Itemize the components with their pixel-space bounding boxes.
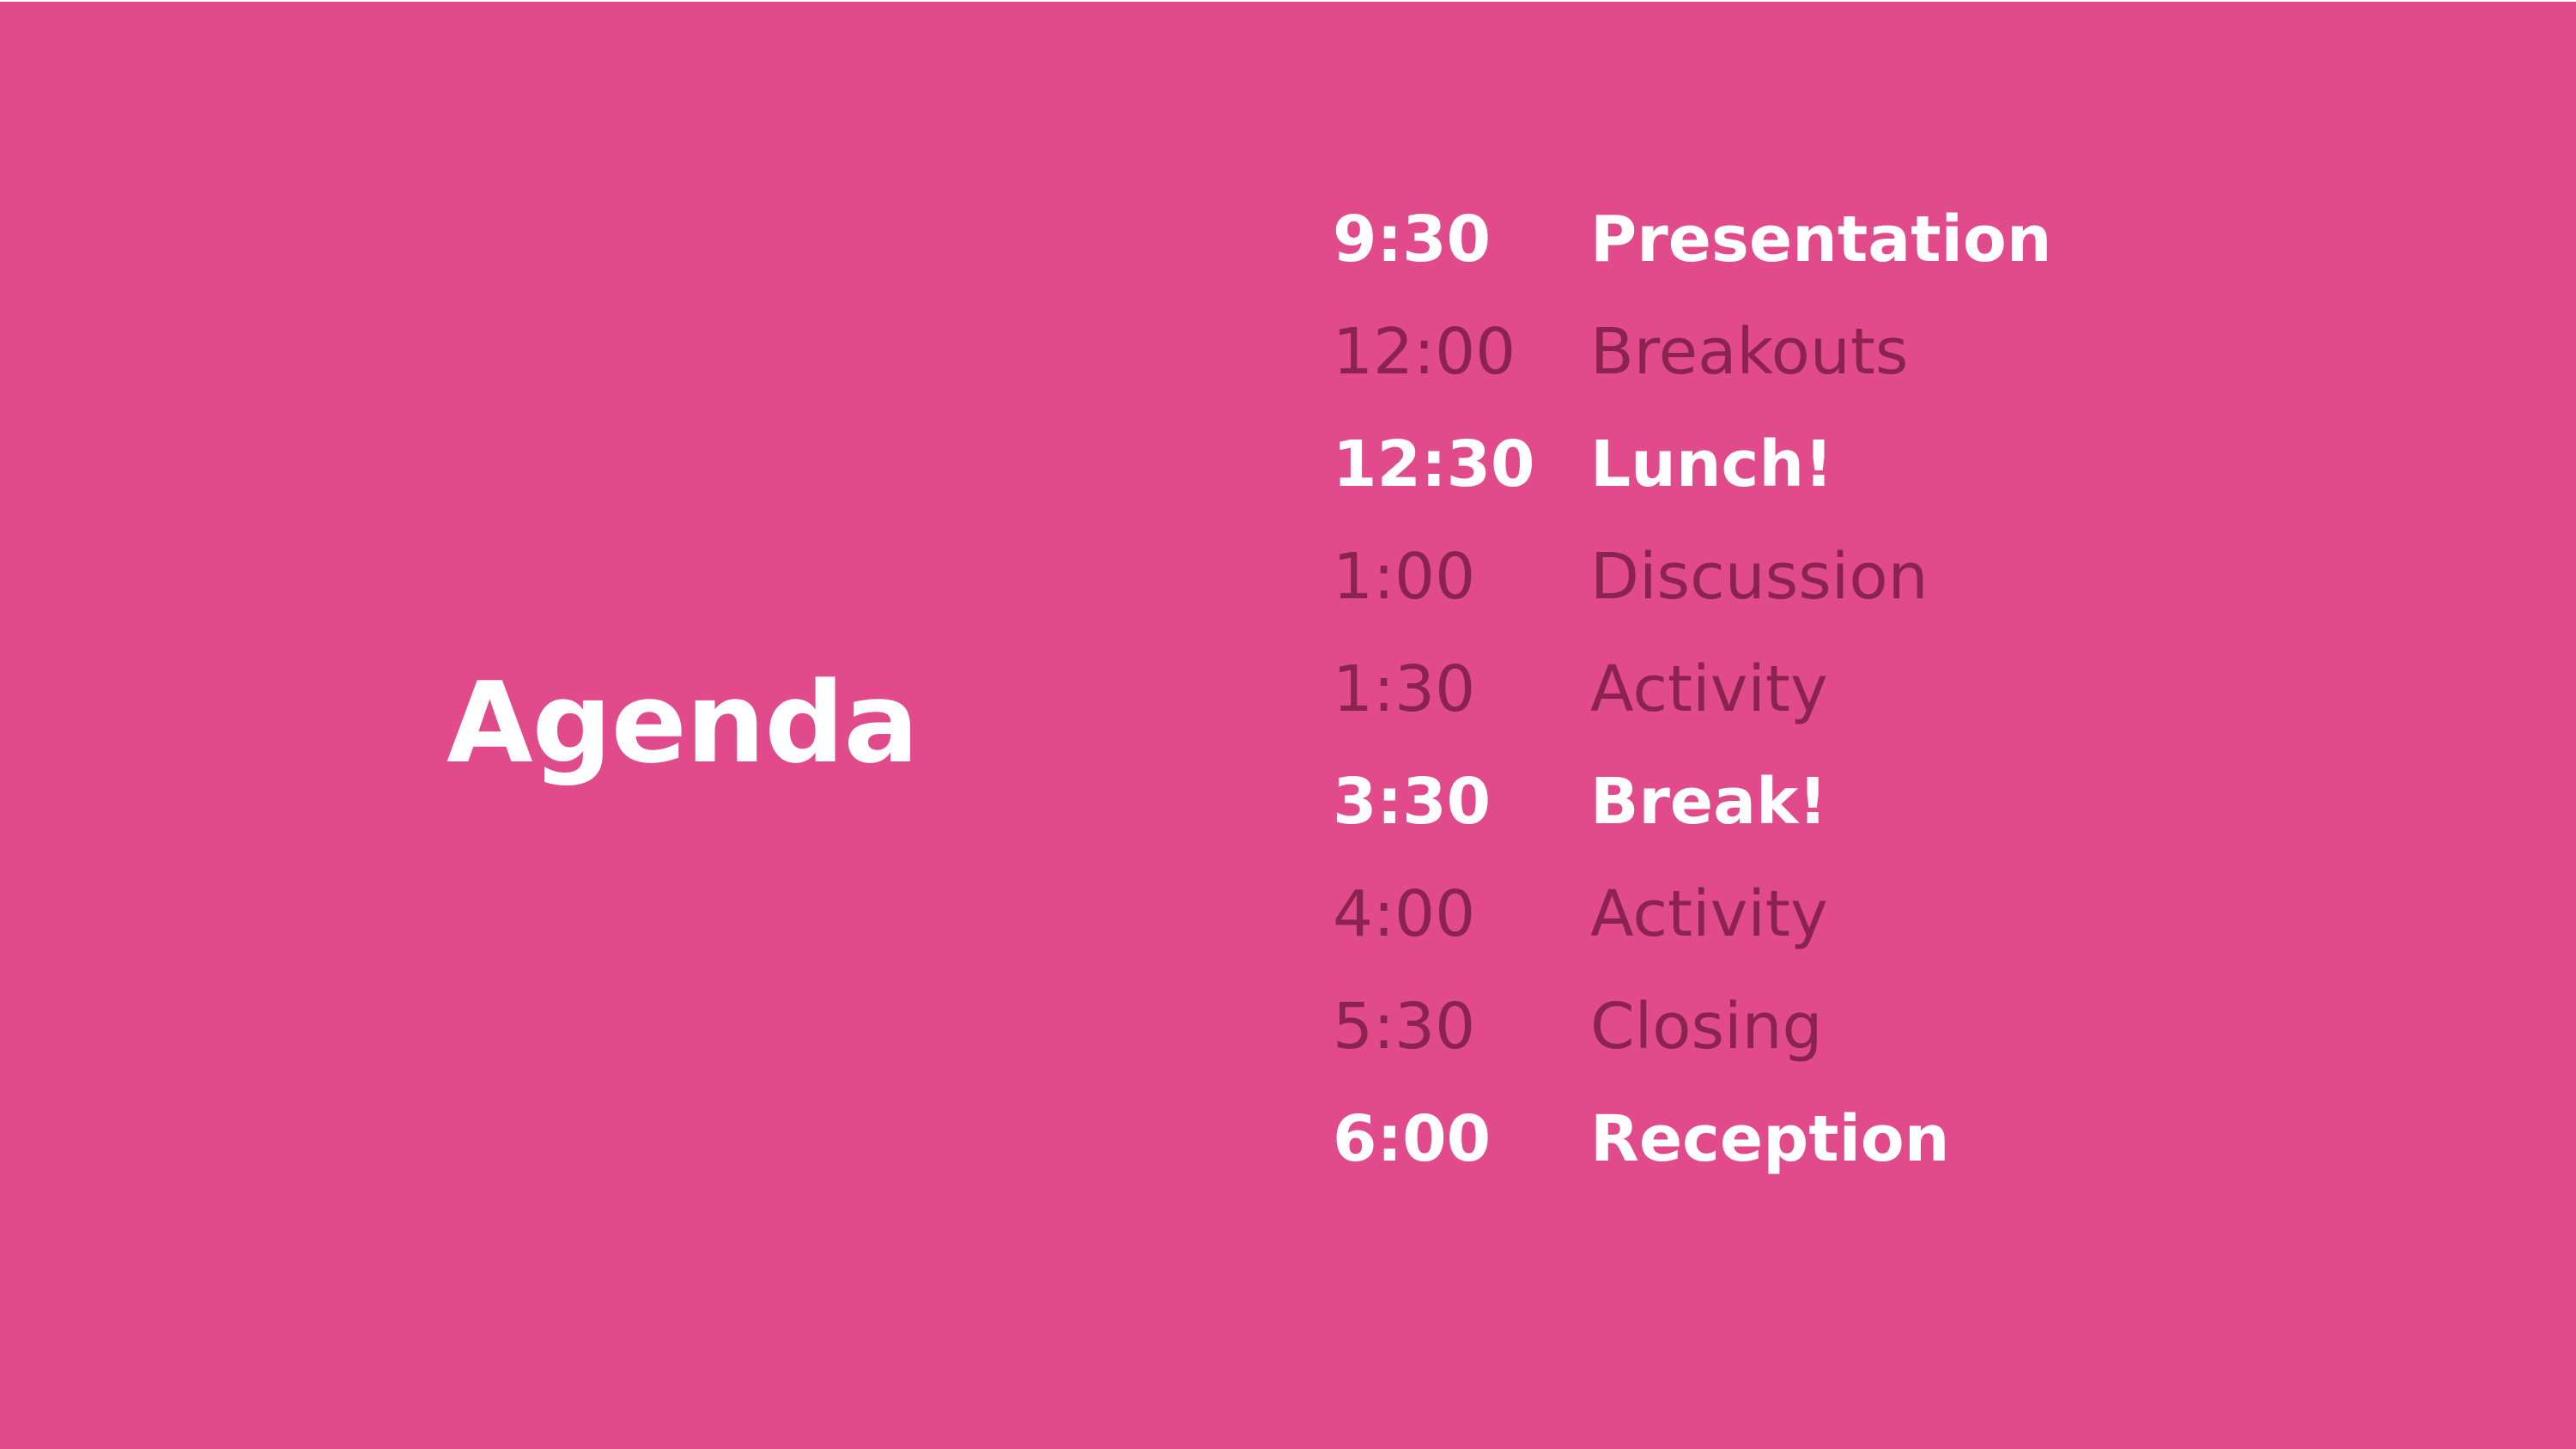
agenda-row-1: 9:30 Presentation	[1333, 183, 2051, 295]
agenda-activity: Reception	[1590, 1101, 1950, 1176]
agenda-activity: Activity	[1590, 876, 1828, 951]
agenda-row-9: 6:00 Reception	[1333, 1082, 2051, 1195]
agenda-time: 5:30	[1333, 989, 1476, 1064]
agenda-time: 1:30	[1333, 652, 1476, 726]
agenda-activity: Presentation	[1590, 202, 2052, 276]
agenda-row-6: 3:30 Break!	[1333, 745, 2051, 858]
agenda-activity: Lunch!	[1590, 427, 1833, 501]
agenda-activity: Closing	[1590, 989, 1823, 1064]
page-title: Agenda	[447, 658, 919, 788]
agenda-row-5: 1:30 Activity	[1333, 633, 2051, 745]
agenda-time: 3:30	[1333, 764, 1492, 839]
agenda-time: 9:30	[1333, 202, 1492, 276]
agenda-time: 6:00	[1333, 1101, 1492, 1176]
agenda-time: 12:30	[1333, 427, 1535, 501]
agenda-row-3: 12:30 Lunch!	[1333, 408, 2051, 520]
slide: Agenda 9:30 Presentation 12:00 Breakouts…	[0, 0, 2576, 1449]
agenda-activity: Activity	[1590, 652, 1828, 726]
agenda-row-4: 1:00 Discussion	[1333, 520, 2051, 633]
agenda-list: 9:30 Presentation 12:00 Breakouts 12:30 …	[1333, 183, 2051, 1195]
agenda-row-2: 12:00 Breakouts	[1333, 295, 2051, 408]
agenda-activity: Breakouts	[1590, 314, 1909, 389]
agenda-time: 12:00	[1333, 314, 1516, 389]
agenda-time: 4:00	[1333, 876, 1476, 951]
agenda-row-8: 5:30 Closing	[1333, 970, 2051, 1082]
agenda-activity: Discussion	[1590, 539, 1929, 614]
agenda-activity: Break!	[1590, 764, 1827, 839]
agenda-time: 1:00	[1333, 539, 1476, 614]
agenda-row-7: 4:00 Activity	[1333, 858, 2051, 970]
